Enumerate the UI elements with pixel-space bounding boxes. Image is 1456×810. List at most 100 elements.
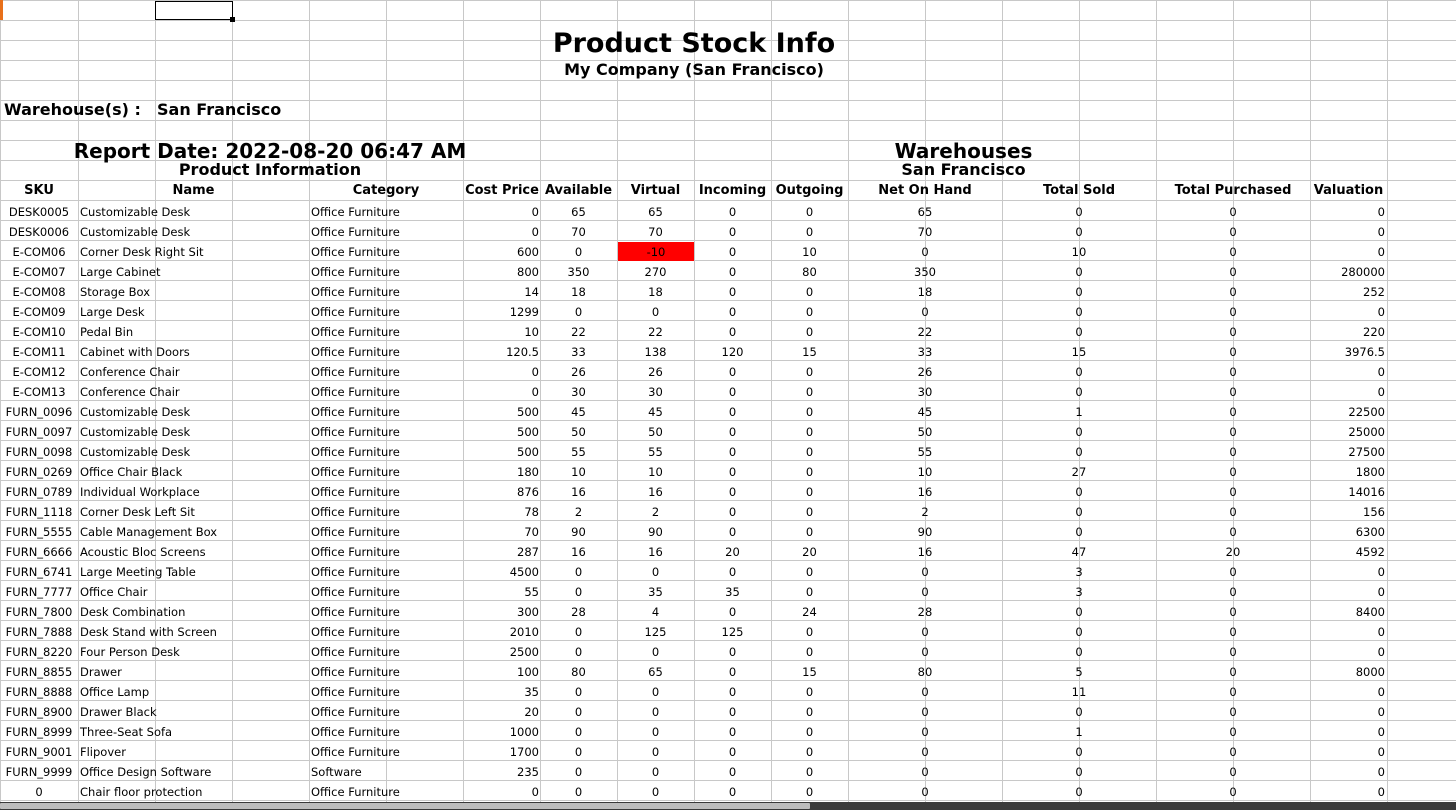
cell-available[interactable]: 0 bbox=[540, 782, 617, 802]
cell-available[interactable]: 2 bbox=[540, 502, 617, 522]
cell-name[interactable]: Desk Combination bbox=[78, 602, 309, 622]
cell-net-on-hand[interactable]: 0 bbox=[848, 622, 1002, 642]
cell-available[interactable]: 0 bbox=[540, 682, 617, 702]
cell-virtual[interactable]: 70 bbox=[617, 222, 694, 242]
cell-total-purchased[interactable]: 0 bbox=[1156, 302, 1310, 322]
cell-valuation[interactable]: 27500 bbox=[1310, 442, 1387, 462]
cell-name[interactable]: Individual Workplace bbox=[78, 482, 309, 502]
cell-valuation[interactable]: 0 bbox=[1310, 582, 1387, 602]
cell-total-sold[interactable]: 0 bbox=[1002, 202, 1156, 222]
cell-total-purchased[interactable]: 0 bbox=[1156, 682, 1310, 702]
cell-net-on-hand[interactable]: 70 bbox=[848, 222, 1002, 242]
cell-incoming[interactable]: 0 bbox=[694, 482, 771, 502]
cell-virtual[interactable]: 16 bbox=[617, 482, 694, 502]
cell-sku[interactable]: E-COM08 bbox=[0, 282, 78, 302]
cell-cost-price[interactable]: 55 bbox=[463, 582, 541, 602]
cell-net-on-hand[interactable]: 0 bbox=[848, 702, 1002, 722]
cell-total-purchased[interactable]: 0 bbox=[1156, 422, 1310, 442]
cell-category[interactable]: Office Furniture bbox=[309, 542, 463, 562]
cell-virtual[interactable]: 0 bbox=[617, 642, 694, 662]
cell-category[interactable]: Office Furniture bbox=[309, 242, 463, 262]
cell-net-on-hand[interactable]: 33 bbox=[848, 342, 1002, 362]
cell-valuation[interactable]: 0 bbox=[1310, 562, 1387, 582]
cell-net-on-hand[interactable]: 55 bbox=[848, 442, 1002, 462]
cell-incoming[interactable]: 0 bbox=[694, 702, 771, 722]
cell-cost-price[interactable]: 500 bbox=[463, 402, 541, 422]
cell-outgoing[interactable]: 0 bbox=[771, 762, 848, 782]
cell-virtual[interactable]: 4 bbox=[617, 602, 694, 622]
cell-total-sold[interactable]: 0 bbox=[1002, 742, 1156, 762]
cell-outgoing[interactable]: 0 bbox=[771, 702, 848, 722]
cell-sku[interactable]: E-COM13 bbox=[0, 382, 78, 402]
cell-name[interactable]: Office Chair Black bbox=[78, 462, 309, 482]
cell-virtual[interactable]: 45 bbox=[617, 402, 694, 422]
cell-cost-price[interactable]: 20 bbox=[463, 702, 541, 722]
cell-sku[interactable]: DESK0005 bbox=[0, 202, 78, 222]
cell-name[interactable]: Office Design Software bbox=[78, 762, 309, 782]
cell-incoming[interactable]: 0 bbox=[694, 722, 771, 742]
cell-net-on-hand[interactable]: 80 bbox=[848, 662, 1002, 682]
cell-cost-price[interactable]: 78 bbox=[463, 502, 541, 522]
cell-category[interactable]: Office Furniture bbox=[309, 742, 463, 762]
cell-available[interactable]: 0 bbox=[540, 642, 617, 662]
cell-incoming[interactable]: 0 bbox=[694, 682, 771, 702]
cell-total-sold[interactable]: 0 bbox=[1002, 322, 1156, 342]
cell-sku[interactable]: FURN_0098 bbox=[0, 442, 78, 462]
cell-total-purchased[interactable]: 0 bbox=[1156, 442, 1310, 462]
cell-total-purchased[interactable]: 0 bbox=[1156, 362, 1310, 382]
cell-incoming[interactable]: 0 bbox=[694, 322, 771, 342]
cell-cost-price[interactable]: 0 bbox=[463, 382, 541, 402]
cell-cost-price[interactable]: 0 bbox=[463, 362, 541, 382]
cell-incoming[interactable]: 120 bbox=[694, 342, 771, 362]
cell-sku[interactable]: E-COM07 bbox=[0, 262, 78, 282]
cell-available[interactable]: 55 bbox=[540, 442, 617, 462]
cell-valuation[interactable]: 0 bbox=[1310, 622, 1387, 642]
cell-total-purchased[interactable]: 0 bbox=[1156, 782, 1310, 802]
cell-cost-price[interactable]: 4500 bbox=[463, 562, 541, 582]
cell-virtual[interactable]: 270 bbox=[617, 262, 694, 282]
cell-incoming[interactable]: 0 bbox=[694, 362, 771, 382]
cell-name[interactable]: Cabinet with Doors bbox=[78, 342, 309, 362]
cell-valuation[interactable]: 0 bbox=[1310, 742, 1387, 762]
cell-category[interactable]: Office Furniture bbox=[309, 402, 463, 422]
cell-sku[interactable]: FURN_5555 bbox=[0, 522, 78, 542]
cell-total-sold[interactable]: 0 bbox=[1002, 482, 1156, 502]
cell-total-sold[interactable]: 3 bbox=[1002, 562, 1156, 582]
cell-cost-price[interactable]: 14 bbox=[463, 282, 541, 302]
cell-name[interactable]: Flipover bbox=[78, 742, 309, 762]
cell-name[interactable]: Desk Stand with Screen bbox=[78, 622, 309, 642]
cell-category[interactable]: Office Furniture bbox=[309, 202, 463, 222]
cell-virtual[interactable]: 55 bbox=[617, 442, 694, 462]
selected-cell[interactable] bbox=[155, 1, 233, 20]
cell-incoming[interactable]: 0 bbox=[694, 522, 771, 542]
cell-category[interactable]: Office Furniture bbox=[309, 782, 463, 802]
cell-outgoing[interactable]: 24 bbox=[771, 602, 848, 622]
cell-incoming[interactable]: 0 bbox=[694, 782, 771, 802]
cell-incoming[interactable]: 35 bbox=[694, 582, 771, 602]
cell-cost-price[interactable]: 287 bbox=[463, 542, 541, 562]
cell-category[interactable]: Office Furniture bbox=[309, 502, 463, 522]
cell-total-purchased[interactable]: 0 bbox=[1156, 222, 1310, 242]
cell-available[interactable]: 30 bbox=[540, 382, 617, 402]
cell-cost-price[interactable]: 2500 bbox=[463, 642, 541, 662]
cell-incoming[interactable]: 0 bbox=[694, 462, 771, 482]
cell-total-purchased[interactable]: 0 bbox=[1156, 402, 1310, 422]
cell-available[interactable]: 90 bbox=[540, 522, 617, 542]
cell-total-purchased[interactable]: 0 bbox=[1156, 522, 1310, 542]
cell-net-on-hand[interactable]: 16 bbox=[848, 542, 1002, 562]
cell-virtual[interactable]: 138 bbox=[617, 342, 694, 362]
cell-available[interactable]: 80 bbox=[540, 662, 617, 682]
cell-total-sold[interactable]: 0 bbox=[1002, 362, 1156, 382]
cell-available[interactable]: 0 bbox=[540, 242, 617, 262]
cell-valuation[interactable]: 0 bbox=[1310, 242, 1387, 262]
cell-category[interactable]: Software bbox=[309, 762, 463, 782]
cell-category[interactable]: Office Furniture bbox=[309, 222, 463, 242]
cell-incoming[interactable]: 0 bbox=[694, 222, 771, 242]
cell-name[interactable]: Customizable Desk bbox=[78, 202, 309, 222]
cell-total-purchased[interactable]: 0 bbox=[1156, 662, 1310, 682]
cell-available[interactable]: 45 bbox=[540, 402, 617, 422]
cell-virtual[interactable]: 0 bbox=[617, 702, 694, 722]
cell-total-purchased[interactable]: 0 bbox=[1156, 562, 1310, 582]
cell-valuation[interactable]: 8000 bbox=[1310, 662, 1387, 682]
cell-virtual[interactable]: 65 bbox=[617, 202, 694, 222]
